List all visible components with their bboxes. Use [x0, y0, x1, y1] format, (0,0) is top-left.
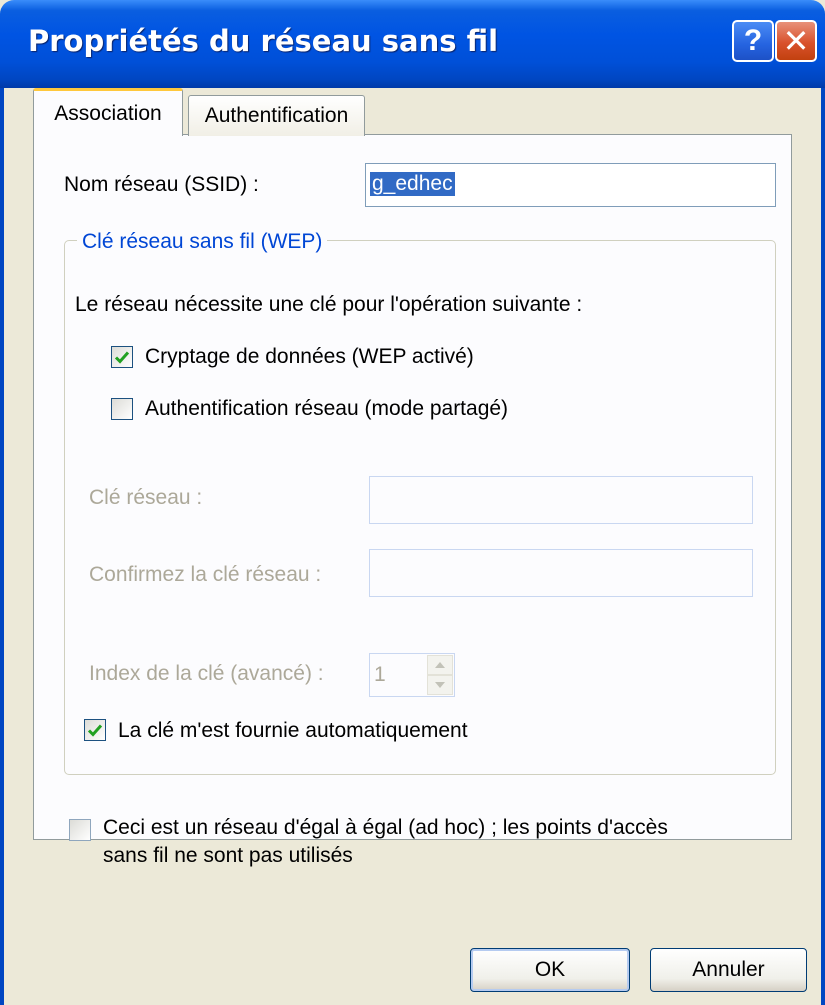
- tab-association[interactable]: Association: [33, 88, 183, 136]
- data-encryption-checkbox[interactable]: [111, 346, 133, 368]
- help-button[interactable]: ?: [732, 20, 774, 62]
- ssid-input[interactable]: g_edhec: [365, 163, 776, 207]
- auto-key-checkbox[interactable]: [84, 719, 106, 741]
- key-index-value: 1: [374, 663, 386, 686]
- wep-group-legend: Clé réseau sans fil (WEP): [77, 230, 328, 254]
- checkmark-icon: [87, 724, 103, 737]
- ok-button[interactable]: OK: [470, 948, 630, 992]
- data-encryption-label[interactable]: Cryptage de données (WEP activé): [145, 345, 474, 369]
- auto-key-label[interactable]: La clé m'est fournie automatiquement: [118, 719, 468, 743]
- key-index-label: Index de la clé (avancé) :: [89, 662, 324, 685]
- spin-up-button[interactable]: [427, 655, 453, 675]
- help-icon: ?: [743, 24, 763, 57]
- adhoc-label-line2[interactable]: sans fil ne sont pas utilisés: [103, 844, 353, 868]
- key-index-spinner[interactable]: 1: [369, 653, 455, 697]
- window-title: Propriétés du réseau sans fil: [28, 24, 499, 58]
- arrow-down-icon: [435, 682, 445, 688]
- requirement-text: Le réseau nécessite une clé pour l'opéra…: [75, 293, 583, 316]
- network-key-label: Clé réseau :: [89, 486, 203, 509]
- adhoc-label-line1[interactable]: Ceci est un réseau d'égal à égal (ad hoc…: [103, 816, 668, 840]
- cancel-button[interactable]: Annuler: [650, 948, 807, 992]
- close-button[interactable]: ✕: [775, 20, 817, 62]
- window-frame-right: [821, 88, 825, 1005]
- arrow-up-icon: [435, 662, 445, 668]
- confirm-key-label: Confirmez la clé réseau :: [89, 563, 322, 586]
- window-frame-left: [0, 88, 4, 1005]
- network-auth-checkbox[interactable]: [111, 398, 133, 420]
- ssid-value: g_edhec: [370, 172, 455, 196]
- spin-down-button[interactable]: [427, 675, 453, 695]
- checkmark-icon: [114, 351, 130, 364]
- network-auth-label[interactable]: Authentification réseau (mode partagé): [145, 397, 508, 421]
- confirm-key-input[interactable]: [369, 549, 753, 597]
- close-icon: ✕: [782, 23, 810, 59]
- adhoc-checkbox[interactable]: [69, 819, 91, 841]
- title-bar[interactable]: Propriétés du réseau sans fil ? ✕: [0, 0, 825, 88]
- ssid-label: Nom réseau (SSID) :: [64, 173, 259, 196]
- dialog-window: Propriétés du réseau sans fil ? ✕ Associ…: [0, 0, 825, 1005]
- tab-authentification[interactable]: Authentification: [188, 95, 365, 136]
- network-key-input[interactable]: [369, 476, 753, 524]
